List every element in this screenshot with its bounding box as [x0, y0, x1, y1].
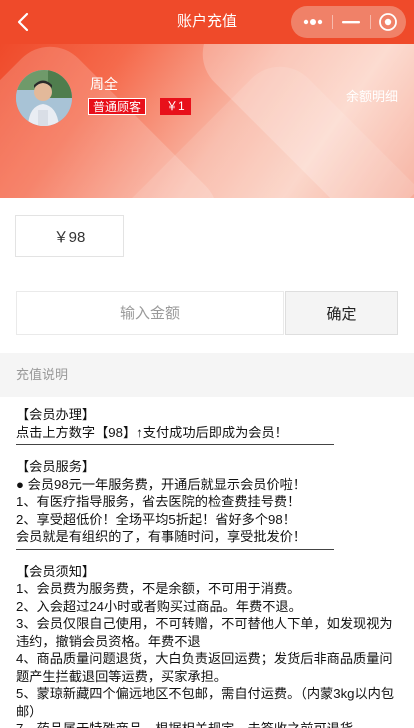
user-name: 周全 — [90, 76, 118, 92]
notes-line: 会员就是有组织的了，有事随时问，享受批发价！ — [16, 529, 307, 544]
balance-badge: ￥1 — [160, 98, 191, 115]
recharge-notes: 【会员办理】 点击上方数字【98】↑支付成功后即成为会员！ 【会员服务】 ● 会… — [16, 406, 400, 728]
notes-line: 2、入会超过24小时或者购买过商品。年费不退。 — [16, 598, 302, 614]
amount-option-98[interactable]: ￥98 — [15, 215, 124, 257]
notes-heading: 【会员服务】 — [16, 459, 96, 474]
notes-line: 2、享受超低价！全场平均5折起！省好多个98！ — [16, 511, 296, 527]
balance-detail-link[interactable]: 余额明细 — [346, 86, 398, 105]
section-title: 充值说明 — [16, 367, 69, 382]
member-level-badge: 普通顾客 — [88, 98, 147, 115]
mini-program-capsule — [291, 6, 406, 38]
notes-line: 7、药品属于特殊商品，根据相关规定，未签收之前可退货， — [16, 720, 400, 728]
amount-input[interactable] — [16, 291, 284, 335]
notes-line: 1、有医疗指导服务，省去医院的检查费挂号费！ — [16, 494, 301, 509]
notes-line: ● 会员98元一年服务费，开通后就显示会员价啦！ — [16, 476, 307, 492]
notes-line: 5、蒙琼新藏四个偏远地区不包邮，需自付运费。（内蒙3kg以内包邮） — [16, 686, 395, 719]
notes-heading: 【会员须知】 — [16, 563, 96, 579]
close-circle-icon[interactable] — [371, 6, 405, 38]
confirm-button[interactable]: 确定 — [285, 291, 398, 335]
more-dots-icon[interactable] — [295, 6, 331, 38]
profile-header: 周全 普通顾客 ￥1 余额明细 — [0, 44, 414, 198]
avatar[interactable] — [16, 70, 72, 126]
notes-section-header: 充值说明 — [0, 353, 414, 397]
notes-heading: 【会员办理】 — [16, 407, 96, 422]
minimize-icon[interactable] — [333, 6, 369, 38]
navbar: 账户充值 — [0, 0, 414, 44]
notes-line: 3、会员仅限自己使用，不可转赠，不可替他人下单，如发现视为违约，撤销会员资格。年… — [16, 616, 393, 649]
divider — [16, 548, 334, 550]
notes-line: 点击上方数字【98】↑支付成功后即成为会员！ — [16, 424, 288, 440]
notes-line: 1、会员费为服务费，不是余额，不可用于消费。 — [16, 581, 301, 596]
divider — [16, 444, 334, 445]
notes-line: 4、商品质量问题退货，大白负责返回运费；发货后非商品质量问题产生拦截退回等运费，… — [16, 651, 393, 684]
